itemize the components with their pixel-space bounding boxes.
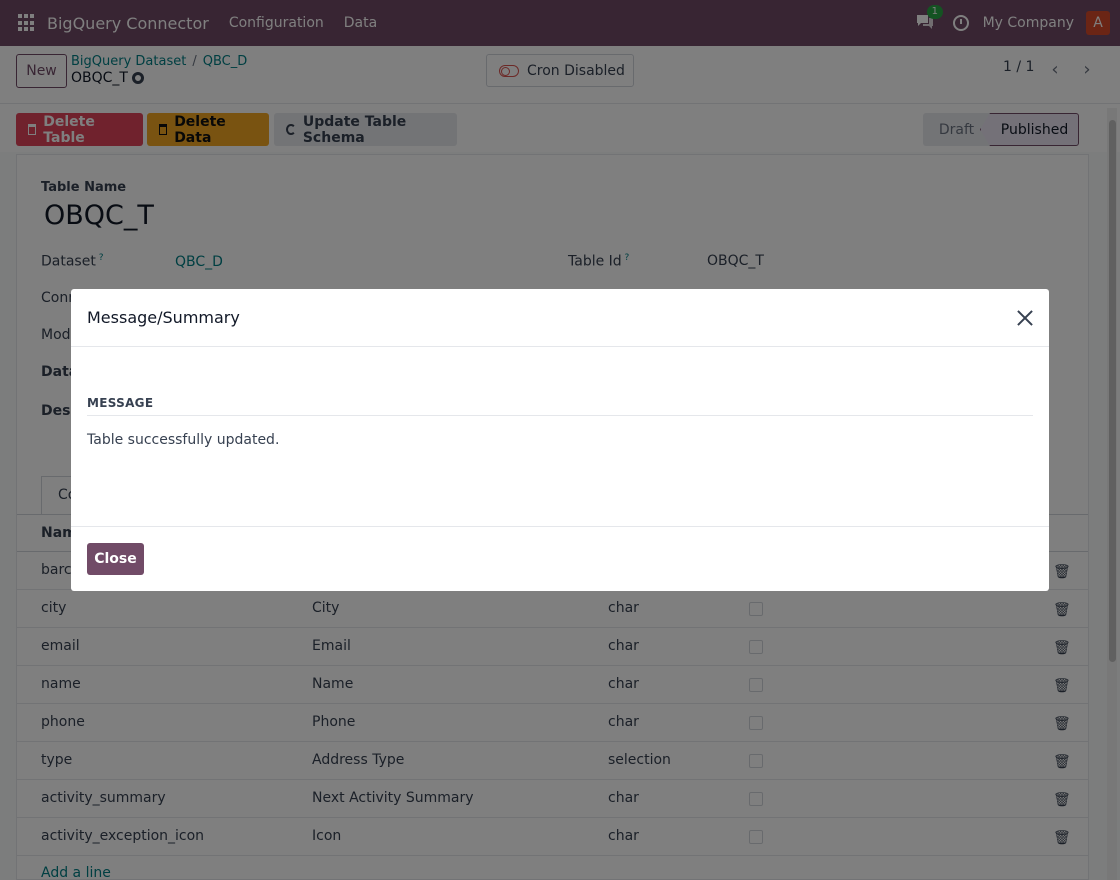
dialog-header: Message/Summary	[71, 289, 1049, 347]
message-text: Table successfully updated.	[87, 432, 280, 448]
message-summary-dialog: Message/Summary MESSAGE Table successful…	[71, 289, 1049, 591]
divider	[87, 415, 1033, 416]
close-icon[interactable]	[1014, 307, 1036, 329]
close-button[interactable]: Close	[87, 543, 144, 575]
message-section-label: MESSAGE	[87, 396, 154, 410]
dialog-footer: Close	[71, 526, 1049, 591]
dialog-title: Message/Summary	[87, 308, 240, 327]
